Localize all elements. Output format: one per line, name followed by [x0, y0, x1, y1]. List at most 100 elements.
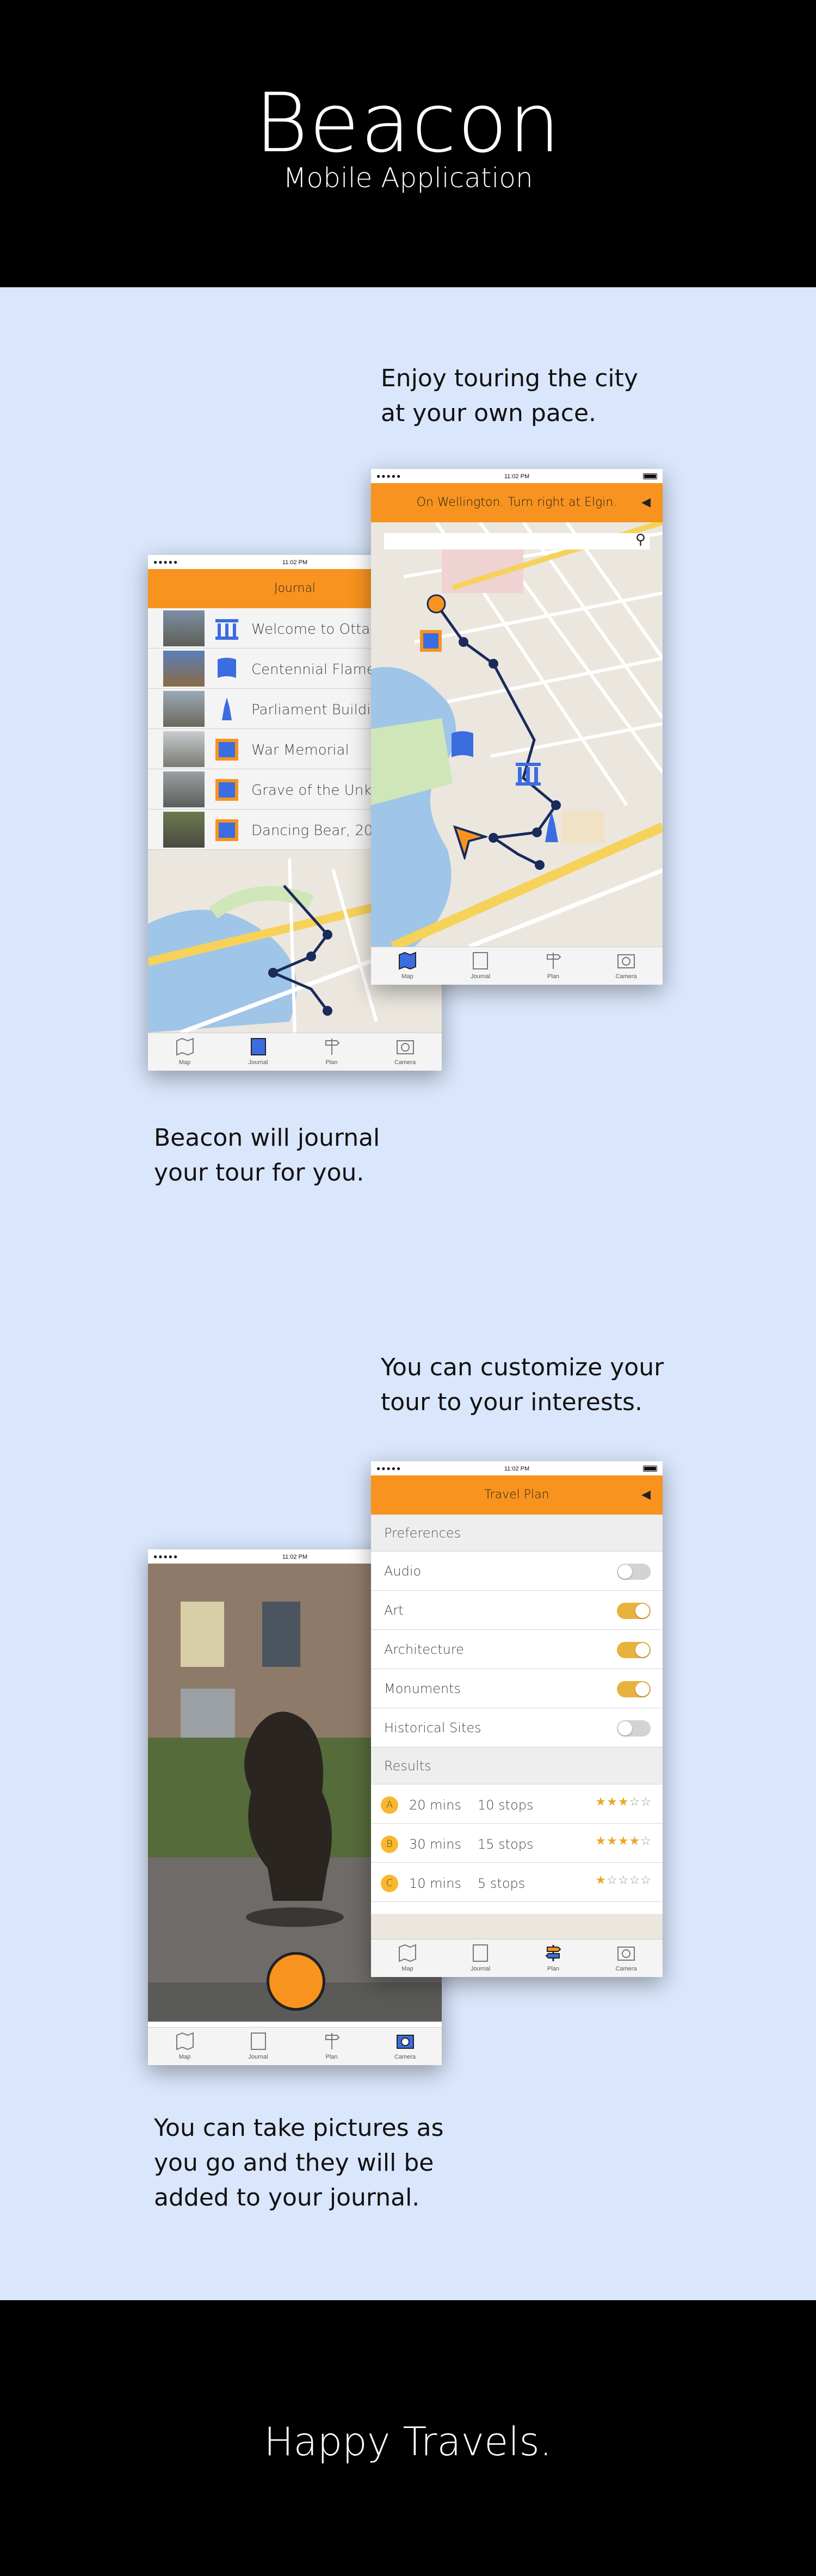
speaker-icon[interactable]: ◀ [641, 1475, 651, 1515]
sculpture-icon [215, 819, 238, 841]
route-badge: B [381, 1836, 398, 1853]
route-badge: C [381, 1875, 398, 1892]
caption-camera: You can take pictures as you go and they… [154, 2111, 444, 2215]
tab-camera[interactable]: Camera [590, 947, 663, 985]
tab-journal[interactable]: Journal [444, 1939, 517, 1977]
tab-label: Plan [547, 1966, 560, 1972]
rating-stars: ★☆☆☆☆ [595, 1874, 652, 1887]
footer-tagline: Happy Travels. [264, 2419, 552, 2464]
camera-icon [617, 1947, 635, 1961]
historical-sites-toggle[interactable] [617, 1720, 651, 1737]
tab-label: Plan [547, 973, 560, 980]
route-stops: 10 stops [478, 1797, 534, 1813]
plan-map-peek [371, 1914, 663, 1939]
rating-stars: ★★★☆☆ [595, 1795, 652, 1809]
tab-bar: Map Journal Plan Camera [371, 947, 663, 985]
tab-label: Map [178, 2054, 191, 2060]
tab-map[interactable]: Map [371, 947, 444, 985]
hero-header: Beacon Mobile Application [0, 0, 816, 287]
tab-plan[interactable]: Plan [517, 1939, 590, 1977]
caption-line: Beacon will journal [154, 1124, 380, 1152]
tab-bar: Map Journal Plan Camera [371, 1939, 663, 1977]
caption-line: You can customize your [381, 1354, 664, 1381]
tab-journal[interactable]: Journal [221, 2028, 295, 2065]
footer: Happy Travels. [0, 2300, 816, 2576]
thumbnail-image [163, 771, 205, 807]
monuments-toggle[interactable] [617, 1681, 651, 1697]
landmark-icon [215, 619, 238, 640]
tab-map[interactable]: Map [148, 2028, 221, 2065]
result-row[interactable]: A 20 mins 10 stops ★★★☆☆ [371, 1784, 663, 1824]
search-icon[interactable]: ⚲ [635, 531, 646, 548]
tab-bar: Map Journal Plan Camera [148, 2027, 442, 2065]
tower-marker-icon[interactable] [541, 811, 562, 843]
caption-line: at your own pace. [381, 399, 597, 427]
caption-plan: You can customize your tour to your inte… [381, 1350, 664, 1420]
tab-plan[interactable]: Plan [295, 2028, 368, 2065]
plan-navbar: Travel Plan ◀ [371, 1475, 663, 1515]
route-badge: A [381, 1796, 398, 1814]
route-stops: 15 stops [478, 1837, 534, 1852]
tab-camera[interactable]: Camera [368, 2028, 442, 2065]
journal-icon [250, 2033, 266, 2050]
thumbnail-image [163, 610, 205, 646]
journal-icon [473, 1944, 488, 1962]
tab-plan[interactable]: Plan [517, 947, 590, 985]
thumbnail-image [163, 731, 205, 767]
list-item-label: War Memorial [251, 742, 349, 758]
status-time: 11:02 PM [504, 473, 530, 480]
status-bar: ●●●●● 11:02 PM [371, 469, 663, 483]
tab-label: Camera [394, 2054, 416, 2060]
tab-label: Map [401, 973, 413, 980]
list-item-label: Centennial Flame [251, 662, 375, 678]
tab-camera[interactable]: Camera [368, 1033, 442, 1071]
map-navbar: On Wellington. Turn right at Elgin. ◀ [371, 483, 663, 522]
tab-map[interactable]: Map [148, 1033, 221, 1071]
route-duration: 20 mins [409, 1797, 461, 1813]
grave-icon [215, 779, 238, 801]
caption-line: your tour for you. [154, 1159, 364, 1187]
memorial-marker-icon[interactable] [419, 629, 443, 653]
flag-icon [218, 658, 236, 678]
nav-title: Travel Plan [484, 1488, 549, 1502]
preference-row: Historical Sites [371, 1708, 663, 1747]
preference-label: Monuments [384, 1681, 461, 1696]
signpost-icon [325, 1039, 339, 1055]
tab-journal[interactable]: Journal [444, 947, 517, 985]
shutter-button[interactable] [267, 1952, 325, 2011]
tab-camera[interactable]: Camera [590, 1939, 663, 1977]
thumbnail-image [163, 651, 205, 687]
nav-title: On Wellington. Turn right at Elgin. [416, 496, 617, 509]
flag-marker-icon[interactable] [447, 729, 478, 762]
preference-row: Art [371, 1591, 663, 1630]
architecture-toggle[interactable] [617, 1642, 651, 1658]
app-title: Beacon [255, 76, 561, 171]
signpost-icon [545, 1945, 561, 1961]
landmark-marker-icon[interactable] [514, 761, 543, 789]
caption-line: Enjoy touring the city [381, 365, 638, 392]
preferences-header: Preferences [371, 1515, 663, 1552]
memorial-icon [215, 739, 238, 761]
caption-map: Enjoy touring the city at your own pace. [381, 361, 638, 431]
preference-label: Audio [384, 1564, 422, 1579]
art-toggle[interactable] [617, 1603, 651, 1619]
tab-label: Camera [615, 1966, 637, 1972]
tab-label: Plan [325, 2054, 338, 2060]
map-icon [176, 1037, 194, 1056]
map-icon [399, 1944, 416, 1962]
route-duration: 10 mins [409, 1876, 461, 1891]
result-row[interactable]: C 10 mins 5 stops ★☆☆☆☆ [371, 1863, 663, 1902]
plan-content: Preferences Audio Art Architecture Monum… [371, 1515, 663, 1902]
tab-label: Map [401, 1966, 413, 1972]
camera-icon [396, 1040, 414, 1054]
map-view[interactable]: ⚲ [371, 522, 663, 947]
audio-toggle[interactable] [617, 1564, 651, 1580]
result-row[interactable]: B 30 mins 15 stops ★★★★☆ [371, 1824, 663, 1863]
speaker-icon[interactable]: ◀ [641, 483, 651, 522]
tab-map[interactable]: Map [371, 1939, 444, 1977]
journal-icon [250, 1038, 266, 1055]
caption-line: tour to your interests. [381, 1388, 642, 1416]
tab-journal[interactable]: Journal [221, 1033, 295, 1071]
plan-phone: ●●●●● 11:02 PM Travel Plan ◀ Preferences… [371, 1461, 663, 1977]
tab-plan[interactable]: Plan [295, 1033, 368, 1071]
